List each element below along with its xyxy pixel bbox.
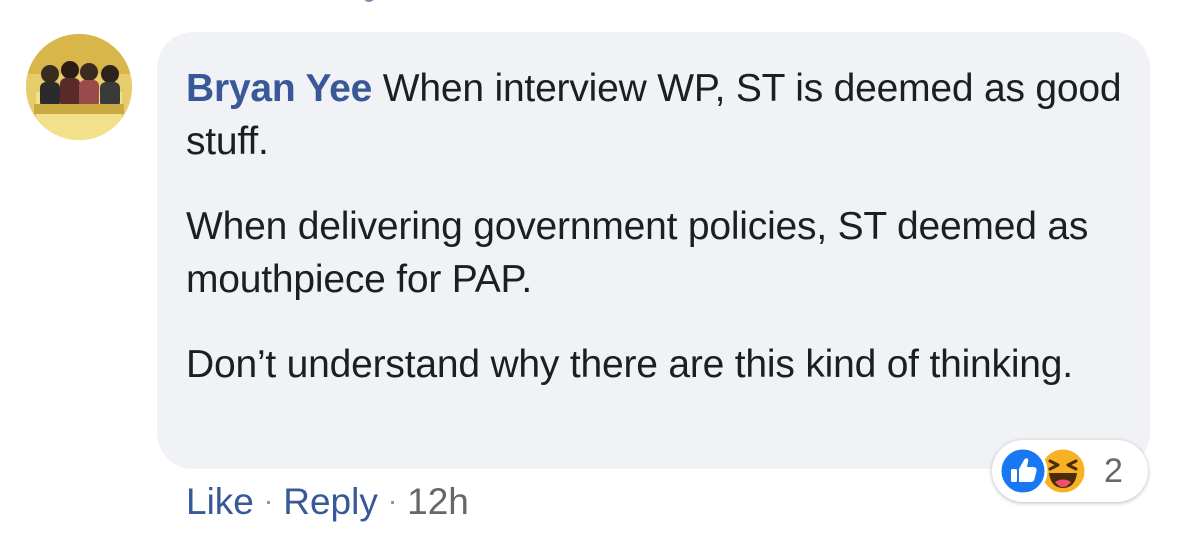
previous-comment-fragment: [364, 0, 374, 2]
comment-thread: Bryan Yee When interview WP, ST is deeme…: [0, 0, 1200, 554]
separator-dot: ·: [263, 485, 274, 516]
timestamp[interactable]: 12h: [407, 481, 469, 522]
reactions-summary[interactable]: 2: [992, 440, 1148, 502]
reply-button[interactable]: Reply: [283, 481, 378, 522]
comment-paragraph-1: Bryan Yee When interview WP, ST is deeme…: [186, 62, 1126, 168]
avatar-photo: [26, 34, 132, 140]
avatar[interactable]: [26, 34, 132, 140]
author-name[interactable]: Bryan Yee: [186, 67, 372, 110]
comment-paragraph-3: Don’t understand why there are this kind…: [186, 343, 1073, 386]
comment-actions: Like · Reply · 12h: [186, 476, 469, 526]
like-button[interactable]: Like: [186, 481, 254, 522]
comment-body: Bryan Yee When interview WP, ST is deeme…: [186, 62, 1126, 423]
reaction-count: 2: [1104, 452, 1123, 490]
comment-paragraph-2: When delivering government policies, ST …: [186, 205, 1089, 301]
separator-dot: ·: [387, 485, 398, 516]
like-icon: [998, 446, 1048, 496]
